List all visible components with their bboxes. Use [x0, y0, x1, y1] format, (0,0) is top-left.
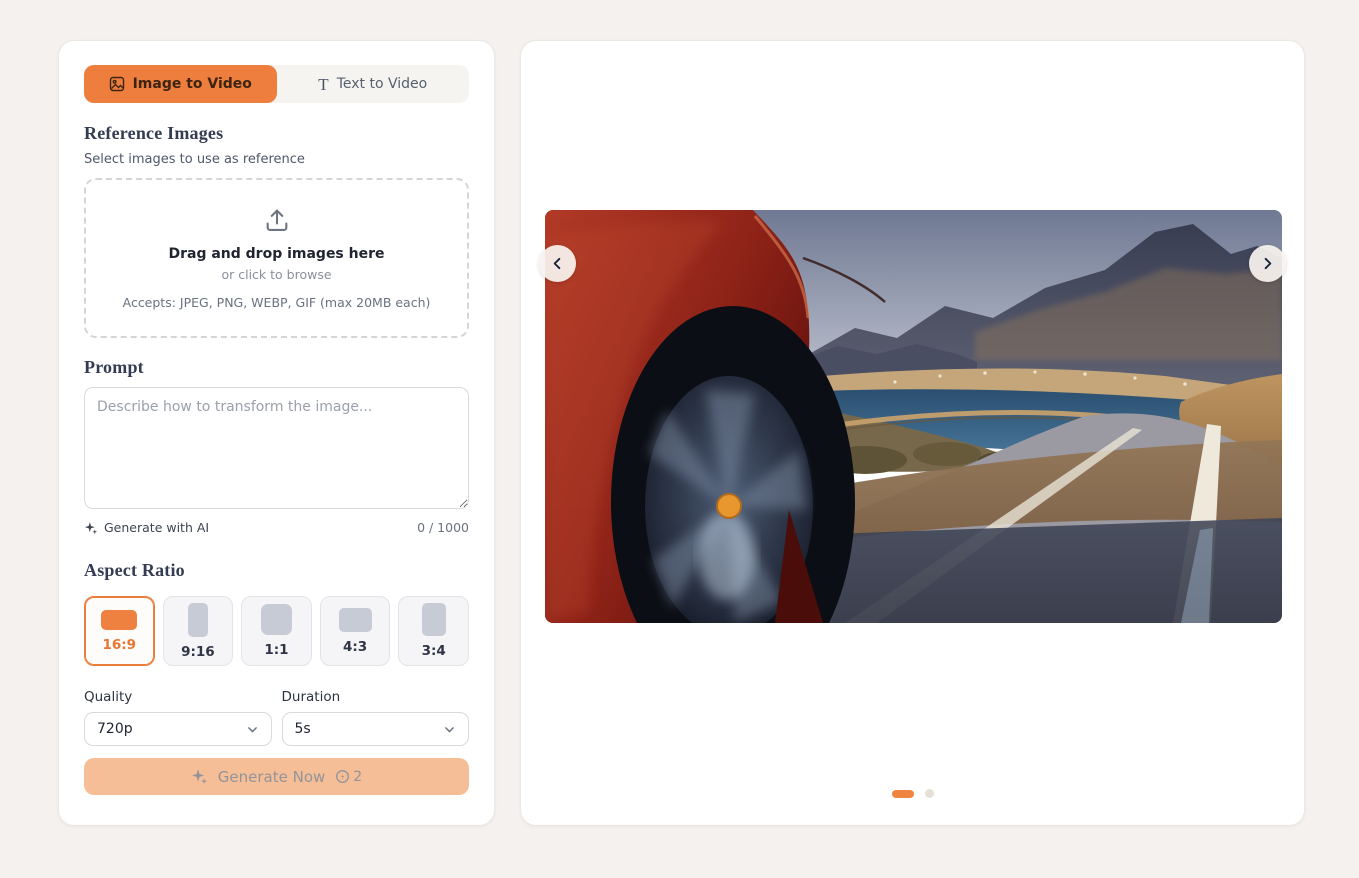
tab-label: Image to Video: [133, 76, 252, 92]
duration-label: Duration: [282, 689, 470, 705]
reference-images-subtitle: Select images to use as reference: [84, 152, 469, 167]
tab-label: Text to Video: [337, 76, 428, 92]
prompt-meta: Generate with AI 0 / 1000: [84, 520, 469, 535]
chevron-right-icon: [1260, 256, 1275, 271]
pagination-dot-1[interactable]: [892, 790, 914, 798]
carousel-next-button[interactable]: [1249, 245, 1286, 282]
sparkle-icon: [84, 521, 98, 535]
ratio-option-9-16[interactable]: 9:16: [163, 596, 234, 666]
credit-cost: 2: [335, 769, 362, 785]
credit-coin-icon: [335, 769, 350, 784]
credit-count: 2: [353, 769, 362, 785]
preview-panel: [520, 40, 1305, 826]
generate-now-button[interactable]: Generate Now 2: [84, 758, 469, 795]
chevron-down-icon: [246, 723, 259, 736]
tab-image-to-video[interactable]: Image to Video: [84, 65, 277, 103]
generate-with-ai-label: Generate with AI: [104, 520, 209, 535]
generator-panel: Image to Video T Text to Video Reference…: [58, 40, 495, 826]
duration-value: 5s: [295, 721, 311, 737]
quality-label: Quality: [84, 689, 272, 705]
sparkle-icon: [191, 768, 208, 785]
duration-select[interactable]: 5s: [282, 712, 470, 746]
upload-icon: [263, 206, 291, 234]
image-icon: [109, 76, 125, 92]
image-dropzone[interactable]: Drag and drop images here or click to br…: [84, 178, 469, 338]
coastal-road-car-scene: [545, 210, 1282, 623]
ratio-shape-4-3: [339, 608, 372, 632]
generate-now-label: Generate Now: [218, 768, 326, 786]
ratio-shape-16-9: [101, 610, 137, 630]
quality-value: 720p: [97, 721, 133, 737]
reference-images-title: Reference Images: [84, 123, 469, 144]
ratio-option-3-4[interactable]: 3:4: [398, 596, 469, 666]
ratio-shape-3-4: [422, 603, 446, 636]
mode-tabs: Image to Video T Text to Video: [84, 65, 469, 103]
settings-row: Quality 720p Duration 5s: [84, 689, 469, 746]
dropzone-line1: Drag and drop images here: [168, 246, 384, 262]
dropzone-line2: or click to browse: [221, 267, 331, 282]
prompt-input[interactable]: [84, 387, 469, 509]
aspect-ratio-options: 16:9 9:16 1:1 4:3 3:4: [84, 596, 469, 666]
dropzone-accepts: Accepts: JPEG, PNG, WEBP, GIF (max 20MB …: [123, 295, 431, 310]
generate-with-ai-button[interactable]: Generate with AI: [84, 520, 209, 535]
aspect-ratio-title: Aspect Ratio: [84, 560, 469, 581]
ratio-option-1-1[interactable]: 1:1: [241, 596, 312, 666]
ratio-option-4-3[interactable]: 4:3: [320, 596, 391, 666]
chevron-down-icon: [443, 723, 456, 736]
ratio-option-16-9[interactable]: 16:9: [84, 596, 155, 666]
quality-select[interactable]: 720p: [84, 712, 272, 746]
pagination-dot-2[interactable]: [925, 789, 934, 798]
carousel-slide-image: [545, 210, 1282, 623]
char-counter: 0 / 1000: [417, 520, 469, 535]
carousel-prev-button[interactable]: [539, 245, 576, 282]
carousel-pagination: [521, 789, 1304, 798]
chevron-left-icon: [550, 256, 565, 271]
ratio-shape-1-1: [261, 604, 292, 635]
tab-text-to-video[interactable]: T Text to Video: [277, 65, 470, 103]
prompt-title: Prompt: [84, 357, 469, 378]
ratio-shape-9-16: [188, 603, 208, 637]
text-icon: T: [318, 76, 328, 93]
